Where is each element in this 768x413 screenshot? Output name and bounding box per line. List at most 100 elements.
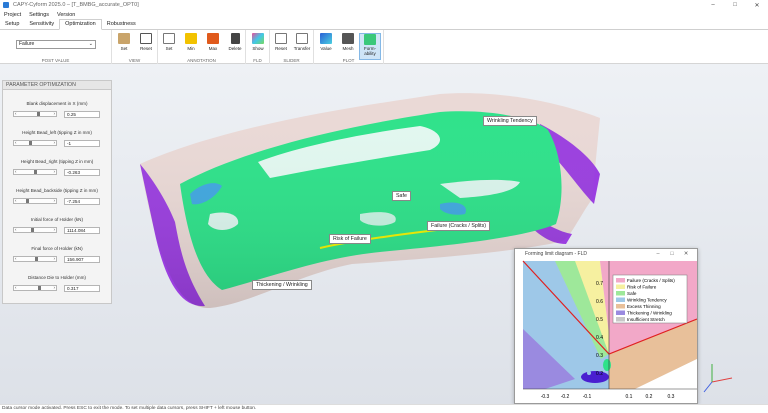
- plot-formability-button[interactable]: Form- ability: [359, 33, 381, 60]
- param-slider[interactable]: ‹ ›: [13, 111, 57, 117]
- annotation-min-button[interactable]: Min: [180, 33, 202, 57]
- post-value-selected: Failure: [19, 41, 35, 47]
- param-slider[interactable]: ‹ ›: [13, 227, 57, 233]
- fld-x-tick: 0.1: [626, 394, 633, 400]
- annotation-set-button[interactable]: Set: [158, 33, 180, 57]
- param-label: Blank displacement in X (mm): [26, 101, 88, 106]
- close-icon[interactable]: ✕: [746, 0, 768, 10]
- slider-thumb[interactable]: [36, 112, 40, 116]
- param-label: Height Bead_backside (tipping Z in mm): [16, 188, 98, 193]
- slider-thumb[interactable]: [29, 141, 32, 145]
- slider-thumb[interactable]: [30, 228, 34, 232]
- slider-right-icon[interactable]: ›: [54, 285, 56, 290]
- slider-thumb[interactable]: [26, 199, 29, 203]
- fld-window-controls: – □ ✕: [651, 249, 693, 259]
- fld-x-tick: -0.1: [583, 394, 592, 400]
- slider-left-icon[interactable]: ‹: [15, 169, 17, 174]
- slider-right-icon[interactable]: ›: [54, 198, 56, 203]
- param-value-field[interactable]: 0.317: [64, 285, 100, 292]
- fld-legend-swatch: [616, 278, 625, 283]
- plot-formability-label: Form- ability: [364, 46, 376, 56]
- panel-title: PARAMETER OPTIMIZATION: [3, 81, 111, 90]
- slider-reset-button[interactable]: Reset: [270, 33, 292, 57]
- slider-thumb[interactable]: [33, 170, 37, 174]
- param-value-field[interactable]: -1: [64, 140, 100, 147]
- slider-transfer-icon: [296, 33, 308, 44]
- slider-right-icon[interactable]: ›: [54, 227, 56, 232]
- fld-legend-swatch: [616, 297, 625, 302]
- group-label-view: VIEW: [128, 58, 141, 63]
- slider-right-icon[interactable]: ›: [54, 256, 56, 261]
- slider-thumb[interactable]: [38, 286, 41, 290]
- slider-left-icon[interactable]: ‹: [15, 111, 17, 116]
- fld-legend-swatch: [616, 284, 625, 289]
- fld-y-tick: 0.5: [596, 317, 603, 323]
- slider-left-icon[interactable]: ‹: [15, 140, 17, 145]
- annotation-delete-button[interactable]: Delete: [224, 33, 246, 57]
- view-set-icon: [118, 33, 130, 44]
- fld-legend-swatch: [616, 317, 625, 322]
- plot-value-button[interactable]: Value: [315, 33, 337, 57]
- plot-value-label: Value: [320, 46, 332, 51]
- param-slider[interactable]: ‹ ›: [13, 256, 57, 262]
- slider-thumb[interactable]: [35, 257, 38, 261]
- param-value-field[interactable]: 0.25: [64, 111, 100, 118]
- param-row: Blank displacement in X (mm) ‹ › 0.25: [3, 101, 111, 118]
- tab-optimization[interactable]: Optimization: [59, 19, 102, 30]
- fld-window[interactable]: Forming limit diagram - FLD – □ ✕ -0.3 -0…: [514, 248, 698, 404]
- plot-value-icon: [320, 33, 332, 44]
- fld-x-tick: -0.2: [561, 394, 570, 400]
- fld-minimize-icon[interactable]: –: [651, 249, 665, 259]
- slider-left-icon[interactable]: ‹: [15, 285, 17, 290]
- strain-cloud-accent: [587, 371, 591, 375]
- param-row: Height Bead_left (tipping Z in mm) ‹ › -1: [3, 130, 111, 147]
- param-slider[interactable]: ‹ ›: [13, 198, 57, 204]
- strain-cloud-main: [581, 371, 609, 383]
- menu-project[interactable]: Project: [0, 12, 25, 18]
- fld-show-button[interactable]: Show: [247, 33, 269, 57]
- param-row: Height Bead_backside (tipping Z in mm) ‹ ›…: [3, 188, 111, 205]
- tab-robustness[interactable]: Robustness: [102, 20, 141, 29]
- param-label: Height Bead_right (tipping Z in mm): [20, 159, 94, 164]
- app-icon: [3, 2, 9, 8]
- slider-left-icon[interactable]: ‹: [15, 198, 17, 203]
- fld-close-icon[interactable]: ✕: [679, 249, 693, 259]
- post-value-select[interactable]: Failure ⌄: [16, 40, 96, 49]
- slider-right-icon[interactable]: ›: [54, 140, 56, 145]
- param-value-field[interactable]: 156.907: [64, 256, 100, 263]
- param-value-field[interactable]: -7.254: [64, 198, 100, 205]
- callout-safe: Safe: [392, 191, 411, 201]
- fld-legend-label: Wrinkling Tendency: [627, 298, 667, 303]
- slider-transfer-button[interactable]: Transfer: [291, 33, 313, 57]
- group-label-fld: FLD: [253, 58, 262, 63]
- param-value-field[interactable]: -0.263: [64, 169, 100, 176]
- annotation-set-icon: [163, 33, 175, 44]
- slider-left-icon[interactable]: ‹: [15, 227, 17, 232]
- slider-right-icon[interactable]: ›: [54, 111, 56, 116]
- slider-left-icon[interactable]: ‹: [15, 256, 17, 261]
- slider-right-icon[interactable]: ›: [54, 169, 56, 174]
- param-slider[interactable]: ‹ ›: [13, 169, 57, 175]
- param-slider[interactable]: ‹ ›: [13, 285, 57, 291]
- param-value-field[interactable]: 1114.084: [64, 227, 100, 234]
- menu-version[interactable]: Version: [53, 12, 79, 18]
- fld-legend-swatch: [616, 291, 625, 296]
- maximize-icon[interactable]: □: [724, 0, 746, 10]
- tab-sensitivity[interactable]: Sensitivity: [24, 20, 59, 29]
- tab-bar: Setup Sensitivity Optimization Robustnes…: [0, 19, 768, 30]
- minimize-icon[interactable]: –: [702, 0, 724, 10]
- plot-mesh-button[interactable]: Mesh: [337, 33, 359, 57]
- fld-y-tick: 0.7: [596, 281, 603, 287]
- annotation-max-button[interactable]: Max: [202, 33, 224, 57]
- menu-settings[interactable]: Settings: [25, 12, 53, 18]
- view-reset-button[interactable]: Reset: [135, 33, 157, 57]
- axis-triad: [703, 364, 733, 393]
- plot-formability-icon: [364, 34, 376, 45]
- group-view: Set Reset VIEW: [112, 30, 158, 64]
- view-set-button[interactable]: Set: [113, 33, 135, 57]
- param-slider[interactable]: ‹ ›: [13, 140, 57, 146]
- tab-setup[interactable]: Setup: [0, 20, 24, 29]
- fld-legend-label: Excess Thinning: [627, 304, 661, 309]
- fld-maximize-icon[interactable]: □: [665, 249, 679, 259]
- fld-y-tick: 0.3: [596, 353, 603, 359]
